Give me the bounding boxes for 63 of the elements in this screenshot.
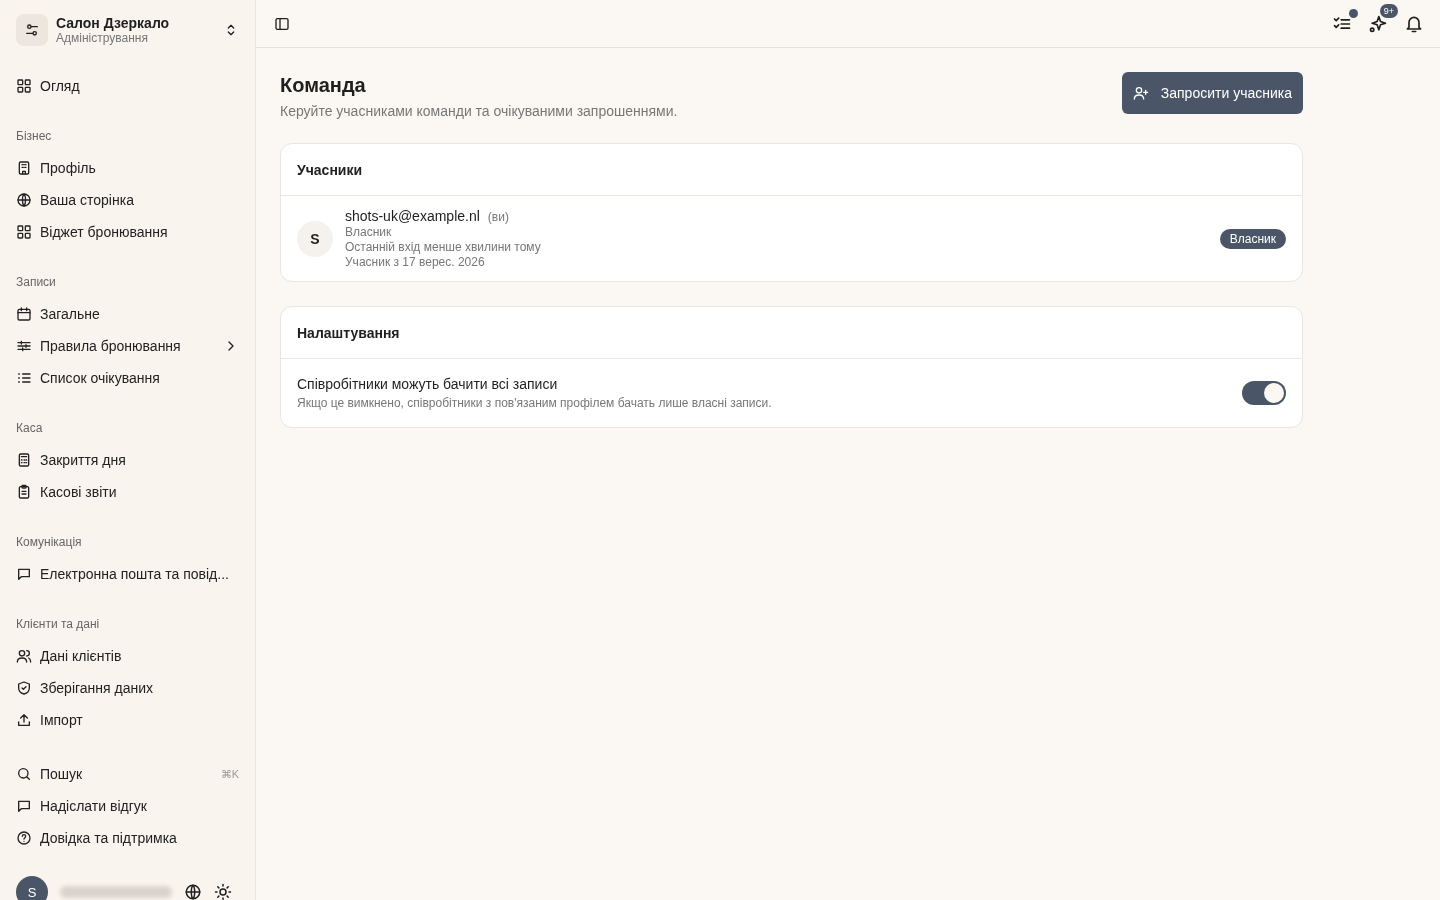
sidebar-item[interactable]: Зберігання даних [8, 672, 247, 704]
globe-icon [16, 192, 32, 208]
sidebar-item[interactable]: Касові звіти [8, 476, 247, 508]
sliders-icon [16, 338, 32, 354]
role-badge: Власник [1219, 228, 1286, 249]
card-title: Учасники [281, 144, 1302, 196]
clipboard-icon [16, 484, 32, 500]
sidebar-item[interactable]: Ваша сторінка [8, 184, 247, 216]
user-plus-icon [1132, 85, 1149, 101]
setting-label: Співробітники можуть бачити всі записи [297, 376, 559, 392]
member-role: Власник [345, 225, 393, 239]
sidebar-item[interactable]: Надіслати відгук [8, 790, 247, 822]
sidebar-item[interactable]: Електронна пошта та повід... [8, 558, 247, 590]
setting-description: Якщо це вимкнено, співробітники з пов'язаним профілем бачать лише власні записи. [297, 396, 773, 410]
page-title: Команда [280, 74, 367, 97]
numbered-list-icon [16, 370, 32, 386]
shield-check-icon [16, 680, 32, 696]
grid-icon [16, 78, 32, 94]
search-icon [16, 766, 32, 782]
sidebar-item[interactable]: Огляд [8, 70, 247, 102]
sidebar-item[interactable]: Пошук ⌘K [8, 758, 247, 790]
sidebar-item[interactable]: Дані клієнтів [8, 640, 247, 672]
sidebar-item[interactable]: Віджет бронювання [8, 216, 247, 248]
calendar-icon [16, 306, 32, 322]
section-heading: Клієнти та дані [15, 616, 101, 633]
message-icon [16, 566, 32, 582]
building-icon [16, 160, 32, 176]
grid-icon [16, 224, 32, 240]
card-title: Налаштування [281, 307, 1302, 359]
section-heading: Каса [15, 420, 44, 437]
page-description: Керуйте учасниками команди та очікуваними запрошеннями. [280, 103, 679, 119]
workspace-name: Салон Дзеркало [56, 15, 171, 31]
sidebar-item[interactable]: Довідка та підтримка [8, 822, 247, 854]
you-label: (ви) [487, 210, 509, 224]
sidebar-toggle-icon[interactable] [274, 15, 290, 32]
sidebar-item[interactable]: Імпорт [8, 704, 247, 736]
member-email: shots-uk@example.nl [345, 208, 480, 224]
help-icon [16, 830, 32, 846]
user-avatar[interactable]: S [16, 876, 48, 900]
users-icon [16, 648, 32, 664]
calculator-icon [16, 452, 32, 468]
toggle-switch[interactable] [1242, 381, 1286, 405]
section-heading: Комунікація [15, 534, 83, 551]
count-badge: 9+ [1379, 3, 1398, 18]
sun-icon[interactable] [214, 883, 232, 900]
toggles-icon [24, 22, 40, 38]
invite-button[interactable]: Запросити учасника [1121, 72, 1303, 114]
workspace-role: Адміністрування [56, 31, 149, 45]
member-avatar: S [297, 220, 333, 257]
sidebar-item[interactable]: Профіль [8, 152, 247, 184]
sidebar-item[interactable]: Правила бронювання [8, 330, 247, 362]
sparkle-icon[interactable] [1368, 13, 1388, 34]
globe-icon[interactable] [184, 883, 202, 900]
section-heading: Записи [15, 274, 57, 291]
member-since: Учасник з 17 верес. 2026 [345, 255, 486, 269]
last-login: Останній вхід менше хвилини тому [345, 240, 542, 254]
sidebar-item[interactable]: Закриття дня [8, 444, 247, 476]
sidebar-item[interactable]: Загальне [8, 298, 247, 330]
sidebar-item[interactable]: Список очікування [8, 362, 247, 394]
upload-icon [16, 712, 32, 728]
message-icon [16, 798, 32, 814]
section-heading: Бізнес [15, 128, 53, 145]
shortcut-hint: ⌘K [220, 767, 239, 781]
